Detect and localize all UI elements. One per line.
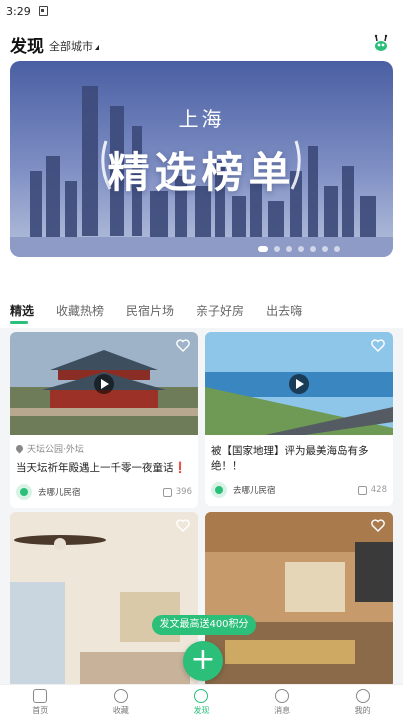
mascot-icon[interactable] bbox=[371, 33, 391, 53]
card-title: 被【国家地理】评为最美海岛有多绝！！ bbox=[211, 445, 369, 472]
card-location-text: 天坛公园·外坛 bbox=[27, 445, 84, 455]
status-bar: 3:29 bbox=[0, 0, 403, 22]
card-meta: 去哪儿民宿 396 bbox=[16, 484, 192, 500]
feed-card[interactable]: 被【国家地理】评为最美海岛有多绝！！ 去哪儿民宿 428 bbox=[205, 332, 393, 506]
nav-me[interactable]: 我的 bbox=[322, 685, 403, 720]
notification-icon bbox=[38, 6, 48, 16]
nav-home-label: 首页 bbox=[32, 706, 49, 715]
location-pin-icon bbox=[14, 443, 25, 454]
pagination-dot[interactable] bbox=[298, 246, 304, 252]
pagination-dot[interactable] bbox=[286, 246, 292, 252]
avatar[interactable] bbox=[16, 484, 32, 500]
card-author: 去哪儿民宿 bbox=[233, 486, 276, 496]
feed-card[interactable]: 天坛公园·外坛 当天坛祈年殿遇上一千零一夜童话❗ 去哪儿民宿 396 bbox=[10, 332, 198, 508]
chat-icon bbox=[275, 689, 290, 703]
card-image bbox=[205, 332, 393, 435]
nav-me-label: 我的 bbox=[354, 706, 371, 715]
pagination-dot[interactable] bbox=[258, 246, 268, 252]
pagination-dot[interactable] bbox=[334, 246, 340, 252]
thumbs-up-icon bbox=[357, 485, 367, 495]
thumbs-up-icon bbox=[162, 487, 172, 497]
like-count: 428 bbox=[370, 485, 387, 495]
home-icon bbox=[33, 689, 48, 703]
card-image bbox=[10, 332, 198, 435]
heart-icon[interactable] bbox=[371, 519, 385, 532]
heart-icon[interactable] bbox=[176, 339, 190, 352]
banner-city: 上海 bbox=[178, 107, 225, 131]
heart-icon[interactable] bbox=[176, 519, 190, 532]
like-button[interactable]: 396 bbox=[162, 487, 192, 497]
heart-icon bbox=[113, 689, 128, 703]
pagination-dot[interactable] bbox=[322, 246, 328, 252]
city-selector[interactable]: 全部城市 bbox=[49, 38, 99, 54]
page-title: 发现 bbox=[10, 36, 44, 57]
tab-homestay-film[interactable]: 民宿片场 bbox=[126, 302, 174, 326]
pagination-dot[interactable] bbox=[310, 246, 316, 252]
tab-go-out[interactable]: 出去嗨 bbox=[266, 302, 302, 326]
post-reward-banner[interactable]: 发文最高送400积分 bbox=[152, 615, 256, 635]
nav-discover[interactable]: 发现 bbox=[161, 685, 242, 720]
nav-discover-label: 发现 bbox=[193, 706, 210, 715]
feed-card[interactable] bbox=[10, 512, 198, 688]
play-icon[interactable] bbox=[94, 374, 114, 394]
heart-icon[interactable] bbox=[371, 339, 385, 352]
pagination-dot[interactable] bbox=[274, 246, 280, 252]
nav-messages[interactable]: 消息 bbox=[242, 685, 323, 720]
tab-hot-favorites[interactable]: 收藏热榜 bbox=[56, 302, 104, 326]
card-image bbox=[10, 512, 198, 688]
tab-family-rooms[interactable]: 亲子好房 bbox=[196, 302, 244, 326]
banner-headline: 精选榜单 bbox=[107, 148, 296, 197]
like-count: 396 bbox=[175, 487, 192, 497]
card-author: 去哪儿民宿 bbox=[38, 488, 81, 498]
card-title: 当天坛祈年殿遇上一千零一夜童话❗ bbox=[16, 462, 187, 474]
nav-home[interactable]: 首页 bbox=[0, 685, 81, 720]
caret-icon bbox=[95, 45, 99, 50]
category-tabs: 精选 收藏热榜 民宿片场 亲子好房 出去嗨 bbox=[0, 302, 403, 326]
nav-favorites[interactable]: 收藏 bbox=[81, 685, 162, 720]
compass-icon bbox=[194, 689, 209, 703]
nav-messages-label: 消息 bbox=[274, 706, 291, 715]
user-icon bbox=[355, 689, 370, 703]
featured-banner[interactable]: 上海 精选榜单 bbox=[10, 61, 393, 257]
card-meta: 去哪儿民宿 428 bbox=[211, 482, 387, 498]
header: 发现 全部城市 bbox=[0, 30, 403, 58]
city-selector-label: 全部城市 bbox=[49, 39, 93, 53]
play-icon[interactable] bbox=[289, 374, 309, 394]
bottom-navigation: 首页 收藏 发现 消息 我的 bbox=[0, 684, 403, 720]
banner-pagination bbox=[258, 246, 340, 252]
card-location: 天坛公园·外坛 bbox=[14, 442, 198, 455]
card-image bbox=[205, 512, 393, 688]
tab-featured[interactable]: 精选 bbox=[10, 302, 34, 326]
create-post-button[interactable]: + bbox=[183, 641, 223, 681]
status-time: 3:29 bbox=[6, 4, 31, 18]
nav-favorites-label: 收藏 bbox=[112, 706, 129, 715]
like-button[interactable]: 428 bbox=[357, 485, 387, 495]
feed-card[interactable] bbox=[205, 512, 393, 688]
avatar[interactable] bbox=[211, 482, 227, 498]
